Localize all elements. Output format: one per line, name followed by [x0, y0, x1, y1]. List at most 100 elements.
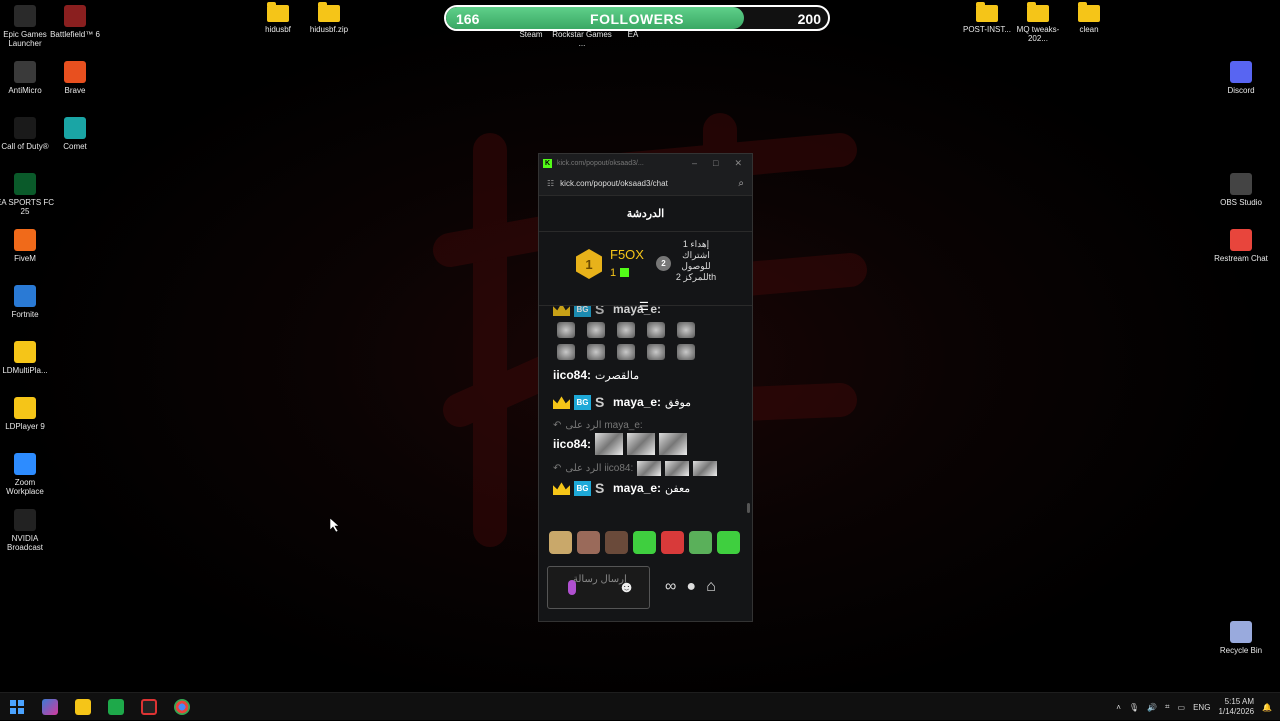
chat-username[interactable]: maya_e: [613, 395, 661, 409]
desktop-icon-fortnite[interactable]: Fortnite [0, 285, 55, 319]
gift-leaderboard: 1 F5OX 1 2 إهداء 1 اشتراك للوصول للمركز … [539, 232, 752, 313]
emoji-picker-icon[interactable]: ☻ [618, 579, 635, 597]
desktop-icon-label: clean [1079, 25, 1099, 34]
desktop-icon-folder[interactable]: clean [1059, 2, 1119, 34]
reply-icon: ↶ [553, 463, 562, 474]
desktop-icon-battlefield[interactable]: Battlefield™ 6 [45, 5, 105, 39]
desktop-icon-comet[interactable]: Comet [45, 117, 105, 151]
reply-text: الرد على maya_e: [565, 420, 643, 431]
taskbar-app-recorder[interactable] [132, 693, 165, 721]
desktop-icon-ldmultiplayer[interactable]: LDMultiPla... [0, 341, 55, 375]
desktop-icon-label: Battlefield™ 6 [50, 30, 100, 39]
site-settings-icon[interactable]: ☷ [547, 179, 554, 188]
volume-icon[interactable]: 🔊 [1147, 703, 1157, 712]
url-text[interactable]: kick.com/popout/oksaad3/chat [560, 179, 668, 188]
close-icon[interactable]: ✕ [734, 158, 742, 169]
crown-badge-icon [553, 396, 570, 409]
quick-emote-bar[interactable] [549, 531, 740, 554]
desktop-icon-obs[interactable]: OBS Studio [1211, 173, 1271, 207]
bubbles-icon[interactable]: ● [686, 578, 696, 596]
desktop-icon-zoom[interactable]: Zoom Workplace [0, 453, 55, 496]
desktop-icon-ea-fc[interactable]: EA SPORTS FC 25 [0, 173, 55, 216]
zip-folder-icon [318, 2, 340, 22]
taskbar-app-comet[interactable] [33, 693, 66, 721]
pinned-filter-icon[interactable]: ☰ [639, 300, 653, 313]
desktop-icon-label: NVIDIA Broadcast [6, 534, 44, 552]
windows-start-icon [9, 699, 24, 714]
followers-title: FOLLOWERS [590, 11, 684, 27]
minimize-icon[interactable]: – [692, 158, 697, 169]
leader-name[interactable]: F5OX [610, 247, 644, 262]
fivem-icon [14, 229, 36, 251]
desktop-icon-label: FiveM [14, 254, 36, 263]
monitor-icon[interactable]: ▭ [1178, 703, 1186, 712]
gift-icon [620, 268, 630, 277]
sticker-emote [693, 461, 718, 476]
maximize-icon[interactable]: □ [713, 158, 718, 169]
desktop-icon-fivem[interactable]: FiveM [0, 229, 55, 263]
microphone-tray-icon[interactable]: 🎙 [1129, 703, 1139, 712]
kick-chat-popup-window[interactable]: K kick.com/popout/oksaad3/... – □ ✕ ☷ ki… [538, 153, 753, 622]
desktop-icon-label: LDMultiPla... [2, 366, 48, 375]
quick-emote-icon[interactable] [717, 531, 740, 554]
chat-messages[interactable]: BG S maya_e: iico84: مالقصرت BG S maya_e… [539, 306, 752, 516]
chat-username[interactable]: maya_e: [613, 481, 661, 495]
message-input[interactable]: إرسال رسالة ☻ [547, 566, 650, 609]
infinity-icon[interactable]: ∞ [665, 578, 676, 596]
desktop-icon-label: Brave [64, 86, 86, 95]
desktop-icon-label: Steam [519, 30, 543, 39]
ldplayer-icon [14, 397, 36, 419]
desktop-icon-label: EA [627, 30, 639, 39]
language-indicator[interactable]: ENG [1193, 703, 1210, 712]
quick-emote-icon[interactable] [549, 531, 572, 554]
folder-icon [267, 2, 289, 22]
taskbar-app-xbox[interactable] [99, 693, 132, 721]
chat-text: موفق [665, 396, 692, 409]
network-icon[interactable]: ⌗ [1165, 702, 1170, 712]
desktop-icon-restream[interactable]: Restream Chat [1211, 229, 1271, 263]
desktop-icon-nvidia-broadcast[interactable]: NVIDIA Broadcast [0, 509, 55, 552]
desktop-icon-brave[interactable]: Brave [45, 61, 105, 95]
leader-count: 1 [610, 267, 617, 279]
desktop-icon-label: POST-INST... [962, 25, 1011, 34]
chat-message: BG S maya_e: معفن [553, 480, 738, 496]
desktop-icon-zip-folder[interactable]: hidusbf.zip [299, 2, 359, 34]
desktop-icon-label: Comet [63, 142, 87, 151]
quick-emote-icon[interactable] [605, 531, 628, 554]
chat-username[interactable]: iico84: [553, 368, 591, 382]
desktop-icon-recycle-bin[interactable]: Recycle Bin [1211, 621, 1271, 655]
zoom-icon[interactable]: ⌕ [738, 178, 744, 189]
taskbar-app-chrome[interactable] [165, 693, 198, 721]
taskbar-app-explorer[interactable] [66, 693, 99, 721]
sticker-emote [627, 433, 656, 455]
quick-emote-icon[interactable] [661, 531, 684, 554]
window-titlebar[interactable]: K kick.com/popout/oksaad3/... – □ ✕ [539, 154, 752, 172]
followers-goal-bar: 166 FOLLOWERS 200 [444, 5, 830, 31]
chat-text: مالقصرت [595, 369, 640, 382]
start-button[interactable] [0, 693, 33, 721]
sticker-emote [637, 461, 662, 476]
mouse-cursor-icon [330, 518, 340, 532]
comet-app-icon [41, 698, 58, 715]
sticker-emote [659, 433, 688, 455]
sticker-emote [595, 433, 624, 455]
desktop-icon-discord[interactable]: Discord [1211, 61, 1271, 95]
notification-bell-icon[interactable]: 🔔 [1262, 703, 1272, 712]
store-icon[interactable]: ⌂ [706, 578, 716, 596]
chat-username[interactable]: maya_e: [613, 306, 661, 316]
desktop-icon-label: Zoom Workplace [6, 478, 44, 496]
recycle-bin-icon [1230, 621, 1252, 643]
desktop-icon-ldplayer[interactable]: LDPlayer 9 [0, 397, 55, 431]
chat-scrollbar[interactable] [747, 503, 750, 513]
quick-emote-icon[interactable] [633, 531, 656, 554]
chat-username[interactable]: iico84: [553, 437, 591, 451]
s-badge-icon: S [595, 394, 605, 410]
desktop-icon-label: hidusbf.zip [309, 25, 349, 34]
quick-emote-icon[interactable] [577, 531, 600, 554]
address-bar[interactable]: ☷ kick.com/popout/oksaad3/chat ⌕ [539, 172, 752, 196]
chevron-up-icon[interactable]: ˄ [1116, 703, 1121, 712]
quick-emote-icon[interactable] [689, 531, 712, 554]
rank-2-badge: 2 [656, 256, 671, 271]
clock[interactable]: 5:15 AM 1/14/2026 [1218, 697, 1254, 717]
desktop-icon-label: EA SPORTS FC 25 [0, 198, 55, 216]
